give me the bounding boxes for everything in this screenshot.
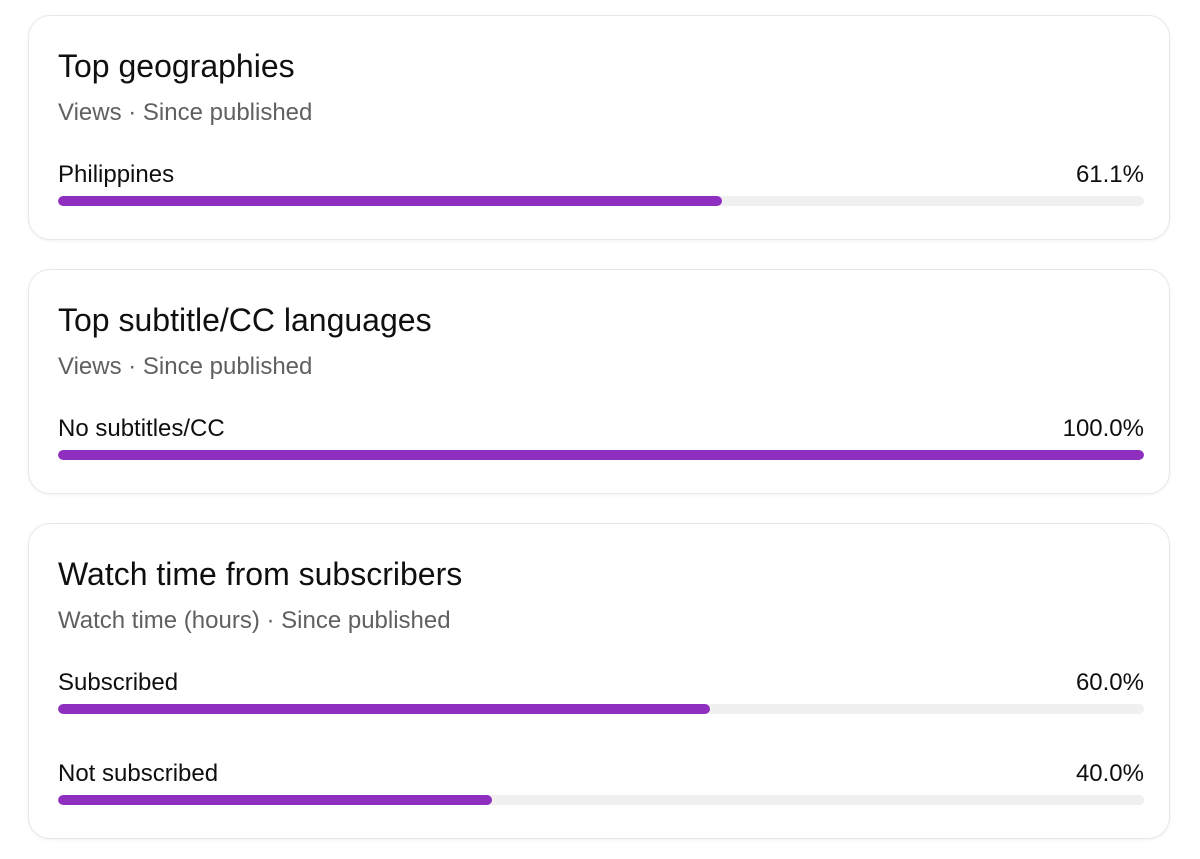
watch-time-subscribers-card[interactable]: Watch time from subscribers Watch time (… [28, 523, 1170, 839]
card-title: Top geographies [58, 48, 295, 84]
progress-bar-track [58, 704, 1144, 714]
metric-row-not-subscribed: Not subscribed 40.0% [58, 762, 1144, 822]
row-value: 60.0% [1075, 669, 1144, 696]
progress-bar-fill [58, 450, 1144, 460]
card-subtitle: Watch time (hours) · Since published [58, 607, 451, 634]
card-title: Top subtitle/CC languages [58, 302, 432, 338]
row-label: No subtitles/CC [58, 415, 225, 442]
top-subtitle-languages-card[interactable]: Top subtitle/CC languages Views · Since … [28, 269, 1170, 494]
row-label: Not subscribed [58, 760, 219, 787]
top-geographies-card[interactable]: Top geographies Views · Since published … [28, 15, 1170, 240]
progress-bar-track [58, 196, 1144, 206]
row-value: 100.0% [1062, 415, 1144, 442]
progress-bar-fill [58, 704, 710, 714]
row-label: Philippines [58, 161, 175, 188]
metric-row-philippines: Philippines 61.1% [58, 163, 1144, 223]
progress-bar-fill [58, 795, 493, 805]
row-value: 40.0% [1075, 760, 1144, 787]
row-value: 61.1% [1075, 161, 1144, 188]
progress-bar-track [58, 795, 1144, 805]
progress-bar-fill [58, 196, 722, 206]
metric-row-subscribed: Subscribed 60.0% [58, 671, 1144, 731]
metric-row-no-subtitles: No subtitles/CC 100.0% [58, 417, 1144, 477]
card-subtitle: Views · Since published [58, 353, 313, 380]
row-label: Subscribed [58, 669, 179, 696]
card-subtitle: Views · Since published [58, 99, 313, 126]
card-title: Watch time from subscribers [58, 556, 463, 592]
analytics-page: Top geographies Views · Since published … [0, 0, 1200, 859]
progress-bar-track [58, 450, 1144, 460]
